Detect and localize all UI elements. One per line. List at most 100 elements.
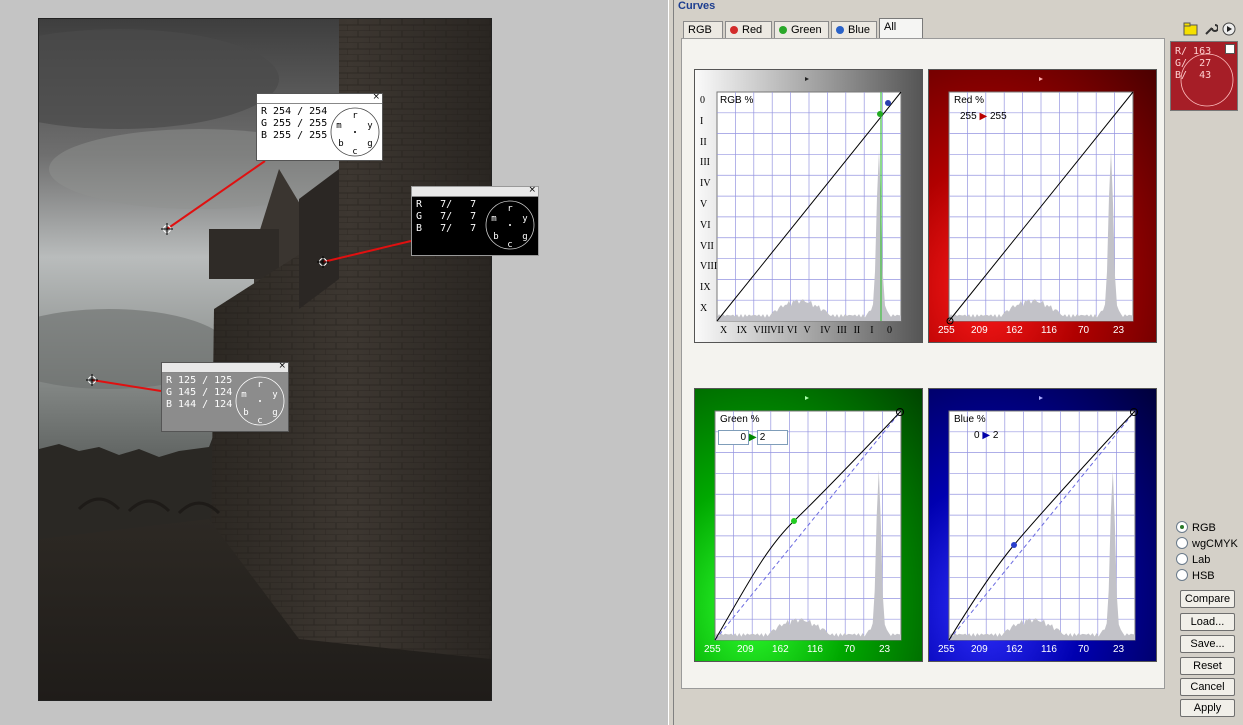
zone-label: VI	[786, 325, 798, 336]
red-dot-icon	[730, 26, 738, 34]
tab-red[interactable]: Red	[725, 21, 772, 38]
curves-tab-body: RGB % 0 I II III IV V VI VII VIII IX X X IX VIII VII V…	[681, 38, 1165, 689]
green-curve-point[interactable]	[877, 111, 883, 117]
radio-lab[interactable]: Lab	[1176, 553, 1238, 569]
folder-icon[interactable]	[1183, 22, 1198, 36]
probe-b-value: B 144 / 124	[166, 399, 233, 410]
tab-label: Green	[791, 24, 822, 36]
rgb-curve-panel: RGB % 0 I II III IV V VI VII VIII IX X X IX VIII VII V…	[694, 69, 923, 343]
swatch-g: G/ 27	[1175, 58, 1212, 69]
reset-button[interactable]: Reset	[1180, 657, 1235, 675]
probe-values: R 7/ 7G 7/ 7B 7/ 7	[416, 199, 476, 235]
zone-label: II	[853, 325, 861, 336]
tab-green[interactable]: Green	[774, 21, 829, 38]
zone-label: IV	[820, 325, 831, 336]
color-wheel-dial-icon: r y g c b m	[330, 107, 380, 157]
channel-indicator-icon	[1039, 77, 1043, 81]
close-icon[interactable]: ×	[278, 362, 286, 371]
green-dot-icon	[779, 26, 787, 34]
cancel-button[interactable]: Cancel	[1180, 678, 1235, 696]
curve-io-values: 0 ▶ 2	[974, 430, 998, 441]
color-probe-3[interactable]	[86, 374, 98, 386]
curve-point[interactable]	[791, 518, 797, 524]
zone-label: I	[870, 325, 874, 336]
svg-text:c: c	[352, 147, 357, 157]
input-value: 0	[974, 430, 980, 441]
tab-all[interactable]: All	[879, 18, 923, 39]
tick-label: 70	[1078, 644, 1090, 655]
radio-button[interactable]	[1176, 569, 1188, 581]
probe-window-3[interactable]: × R 125 / 125 G 145 / 124 B 144 / 124 r y …	[161, 362, 289, 432]
zone-label: VIII	[753, 325, 771, 336]
radio-label: RGB	[1192, 522, 1216, 534]
output-field[interactable]: 2	[756, 430, 788, 445]
svg-text:c: c	[507, 240, 512, 250]
radio-rgb[interactable]: RGB	[1176, 521, 1238, 537]
svg-text:y: y	[522, 214, 528, 224]
svg-text:b: b	[243, 408, 248, 418]
tick-label: 116	[807, 644, 823, 655]
probe-b-value: B 255 / 255	[261, 130, 328, 141]
tick-label: 209	[971, 644, 988, 655]
color-probe-2[interactable]	[317, 256, 329, 268]
close-icon[interactable]: ×	[528, 186, 536, 195]
probe-window-titlebar[interactable]: ×	[412, 186, 538, 197]
blue-curve-point[interactable]	[885, 100, 891, 106]
close-icon[interactable]: ×	[372, 93, 380, 102]
zone-label: I	[700, 115, 704, 127]
play-icon[interactable]	[1222, 22, 1236, 36]
color-mode-group: RGB wgCMYK Lab HSB	[1176, 521, 1238, 585]
probe-window-titlebar[interactable]: ×	[162, 362, 288, 373]
curve-label: Blue %	[954, 414, 986, 425]
radio-button[interactable]	[1176, 537, 1188, 549]
tick-label: 162	[1006, 325, 1023, 336]
probe-r-value: R 7/ 7	[416, 199, 477, 210]
probe-window-2[interactable]: × R 7/ 7G 7/ 7B 7/ 7 r y g c b m	[411, 186, 539, 256]
save-button[interactable]: Save...	[1180, 635, 1235, 653]
tick-label: 116	[1041, 644, 1057, 655]
channel-indicator-icon	[805, 77, 809, 81]
expand-icon[interactable]	[1225, 44, 1235, 54]
zone-label: VIII	[700, 261, 718, 273]
load-button[interactable]: Load...	[1180, 613, 1235, 631]
curve-point[interactable]	[1011, 542, 1017, 548]
svg-text:y: y	[367, 121, 373, 131]
arrow-icon: ▶	[979, 111, 988, 122]
channel-indicator-icon	[805, 396, 809, 400]
color-probe-1[interactable]	[161, 223, 173, 235]
svg-text:b: b	[493, 232, 498, 242]
probe-window-1[interactable]: × R 254 / 254 G 255 / 255 B 255 / 255 r y …	[256, 93, 383, 161]
tick-label: 255	[938, 644, 955, 655]
curve-label: RGB %	[720, 95, 754, 106]
curve-io-values: 255 ▶ 255	[960, 111, 1007, 122]
probe-window-titlebar[interactable]: ×	[257, 93, 382, 104]
svg-text:m: m	[336, 121, 341, 131]
output-value: 255	[989, 111, 1007, 122]
crosshair-icon	[317, 256, 329, 268]
zone-label: IV	[700, 178, 711, 190]
probe-b-value: B 7/ 7	[416, 223, 477, 234]
apply-button[interactable]: Apply	[1180, 699, 1235, 717]
input-field[interactable]: 0	[718, 430, 749, 445]
radio-button[interactable]	[1176, 521, 1188, 533]
tab-label: Blue	[848, 24, 871, 36]
crosshair-icon	[86, 374, 98, 386]
svg-text:r: r	[257, 380, 263, 390]
svg-text:r: r	[507, 204, 513, 214]
radio-wgcmyk[interactable]: wgCMYK	[1176, 537, 1238, 553]
compare-button[interactable]: Compare	[1180, 590, 1235, 608]
radio-button[interactable]	[1176, 553, 1188, 565]
radio-hsb[interactable]: HSB	[1176, 569, 1238, 585]
tab-blue[interactable]: Blue	[831, 21, 877, 38]
color-wheel-dial-icon: r y g c b m	[235, 376, 285, 426]
radio-label: HSB	[1192, 570, 1215, 582]
curve-io-values: 0 ▶ 2	[718, 430, 788, 445]
tab-rgb[interactable]: RGB	[683, 21, 723, 38]
svg-text:g: g	[272, 408, 277, 418]
arrow-icon: ▶	[982, 430, 991, 441]
svg-text:m: m	[491, 214, 496, 224]
blue-curve-graph[interactable]	[929, 389, 1158, 663]
wrench-icon[interactable]	[1204, 22, 1219, 36]
rgb-curve-graph[interactable]	[695, 70, 924, 344]
svg-text:m: m	[241, 390, 246, 400]
